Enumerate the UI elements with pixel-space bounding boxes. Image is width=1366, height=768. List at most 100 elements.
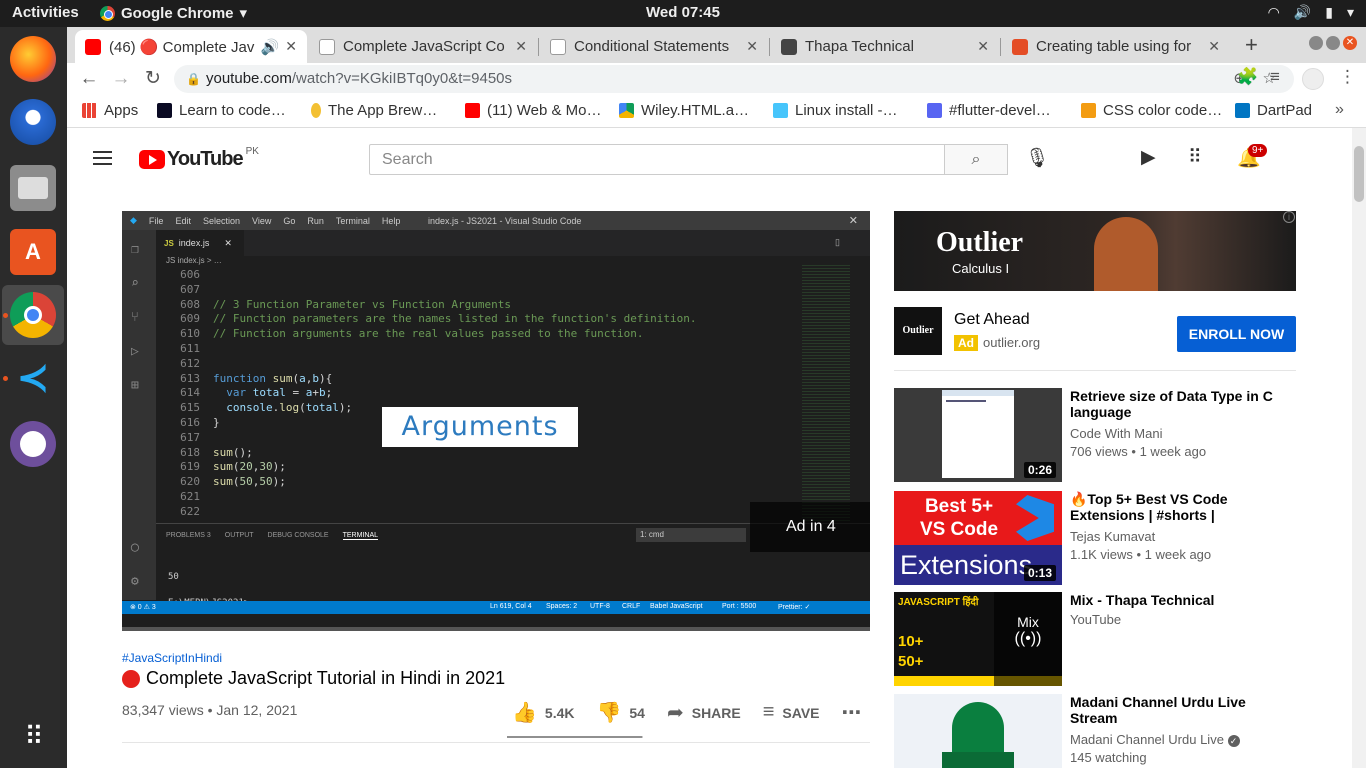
video-player[interactable]: ◆ File Edit Selection View Go Run Termin… xyxy=(122,211,870,631)
ad-presenter-image xyxy=(1094,217,1158,291)
code-line: 620 sum(50,50); xyxy=(166,475,696,490)
more-menu-icon[interactable]: ⋮ xyxy=(1339,67,1356,87)
video-meta: 1.1K views • 1 week ago xyxy=(1070,547,1212,562)
firefox-icon[interactable] xyxy=(10,36,56,82)
like-button[interactable]: 👍 5.4K xyxy=(512,700,574,725)
tab-title: Creating table using for xyxy=(1036,38,1192,55)
clock[interactable]: Wed 07:45 xyxy=(0,4,1366,21)
thunderbird-icon[interactable] xyxy=(10,99,56,145)
recommendation-item[interactable]: Madani Channel Urdu Live Stream Madani C… xyxy=(894,694,1296,768)
vscode-icon[interactable]: ≺ xyxy=(10,355,56,401)
bookmark-wiley[interactable]: Wiley.HTML.a… xyxy=(619,102,749,119)
ad-advertiser-logo[interactable]: Outlier xyxy=(894,307,942,355)
close-tab-icon[interactable]: ✕ xyxy=(515,38,527,55)
media-queue-icon[interactable]: ≡ xyxy=(1270,67,1280,87)
video-actions: 👍 5.4K 👎 54 ➦ SHARE ≡ SAVE ⋯ xyxy=(512,700,884,725)
github-icon[interactable] xyxy=(10,421,56,467)
extensions-icon[interactable]: 🧩 xyxy=(1237,67,1258,87)
video-title[interactable]: Mix - Thapa Technical xyxy=(1070,592,1290,608)
address-bar[interactable]: 🔒 youtube.com/watch?v=KGkiIBTq0y0&t=9450… xyxy=(174,65,1294,93)
dislike-button[interactable]: 👎 54 xyxy=(596,700,644,725)
page-scrollbar[interactable] xyxy=(1352,128,1366,768)
video-title[interactable]: Madani Channel Urdu Live Stream xyxy=(1070,694,1290,726)
like-ratio-fill xyxy=(507,736,642,738)
recommendation-item[interactable]: 0:26 Retrieve size of Data Type in C lan… xyxy=(894,388,1296,482)
panel-tab-debug: DEBUG CONSOLE xyxy=(267,532,329,539)
bookmark-dartpad[interactable]: DartPad xyxy=(1235,102,1312,119)
tab-thapa[interactable]: Thapa Technical ✕ xyxy=(771,30,999,63)
video-title[interactable]: Retrieve size of Data Type in C language xyxy=(1070,388,1290,420)
bookmark-app-brewery[interactable]: The App Brew… xyxy=(311,102,437,119)
bookmark-linux-install[interactable]: Linux install -… xyxy=(773,102,898,119)
dock: A ≺ ⠿ xyxy=(0,27,67,768)
channel-name[interactable]: Tejas Kumavat xyxy=(1070,529,1155,544)
channel-name[interactable]: Code With Mani xyxy=(1070,426,1162,441)
tab-complete-js[interactable]: Complete JavaScript Co ✕ xyxy=(309,30,537,63)
tab-title: (46) 🔴 Complete Jav xyxy=(109,38,255,56)
menu-icon[interactable] xyxy=(93,151,112,165)
video-thumbnail[interactable]: Best 5+ VS Code Extensions 0:13 xyxy=(894,491,1062,585)
search-input[interactable] xyxy=(369,144,945,175)
close-tab-icon[interactable]: ✕ xyxy=(1208,38,1220,55)
line-number: 608 xyxy=(180,297,200,311)
close-tab-icon[interactable]: ✕ xyxy=(746,38,758,55)
show-applications-icon[interactable]: ⠿ xyxy=(10,713,56,759)
ad-progress-bar xyxy=(122,627,870,631)
vs-menu-item: File xyxy=(148,215,164,226)
chrome-icon[interactable] xyxy=(10,292,56,338)
info-icon[interactable]: i xyxy=(1283,211,1295,223)
video-hashtag[interactable]: #JavaScriptInHindi xyxy=(122,651,222,665)
vs-status-bar: ⊗ 0 ⚠ 3 Ln 619, Col 4 Spaces: 2 UTF-8 CR… xyxy=(122,601,870,614)
video-thumbnail[interactable]: JAVASCRIPT हिंदी 10+ 50+ Mix ((•)) xyxy=(894,592,1062,686)
software-center-icon[interactable]: A xyxy=(10,229,56,275)
reload-button[interactable]: ↻ xyxy=(141,67,165,91)
search-button[interactable]: ⌕ xyxy=(944,144,1008,175)
save-button[interactable]: ≡ SAVE xyxy=(763,701,820,724)
ad-banner-sub: Calculus I xyxy=(952,261,1010,276)
forward-button[interactable]: → xyxy=(109,67,133,91)
more-bookmarks-icon[interactable]: » xyxy=(1335,101,1344,119)
code-line: 613 function sum(a,b){ xyxy=(166,372,696,387)
video-thumbnail[interactable] xyxy=(894,694,1062,768)
url-host: youtube.com xyxy=(206,70,292,87)
system-tray[interactable]: ◠ 🔊 ▮ ▾ xyxy=(1268,4,1354,21)
bookmark-learn-to-code[interactable]: Learn to code… xyxy=(157,102,286,119)
enroll-now-button[interactable]: ENROLL NOW xyxy=(1177,316,1296,352)
ad-banner[interactable]: Outlier Calculus I xyxy=(894,211,1296,291)
new-tab-button[interactable]: + xyxy=(1245,32,1258,58)
recommendation-item[interactable]: Best 5+ VS Code Extensions 0:13 🔥Top 5+ B… xyxy=(894,491,1296,585)
profile-avatar[interactable] xyxy=(1302,68,1324,90)
maximize-window-icon[interactable] xyxy=(1326,36,1340,50)
bookmark-css-color[interactable]: CSS color code… xyxy=(1081,102,1222,119)
lock-icon[interactable]: 🔒 xyxy=(186,65,201,93)
create-video-icon[interactable]: ▶ xyxy=(1141,146,1156,169)
more-actions-button[interactable]: ⋯ xyxy=(842,700,862,725)
back-button[interactable]: ← xyxy=(77,67,101,91)
tab-youtube-active[interactable]: (46) 🔴 Complete Jav 🔊 ✕ xyxy=(75,30,307,63)
channel-name[interactable]: Madani Channel Urdu Live ✓ xyxy=(1070,732,1240,747)
line-number: 617 xyxy=(180,430,200,444)
microphone-icon[interactable]: 🎙 xyxy=(1025,146,1049,170)
code-text: sum(50,50); xyxy=(213,475,286,489)
scrollbar-thumb[interactable] xyxy=(1354,146,1364,202)
youtube-logo[interactable]: YouTube PK xyxy=(139,146,259,171)
minimize-window-icon[interactable] xyxy=(1309,36,1323,50)
close-tab-icon[interactable]: ✕ xyxy=(977,38,989,55)
recommendation-item[interactable]: JAVASCRIPT हिंदी 10+ 50+ Mix ((•)) Mix - … xyxy=(894,592,1296,686)
code-line: 618 sum(); xyxy=(166,446,696,461)
bookmark-flutter-devel[interactable]: #flutter-devel… xyxy=(927,102,1051,119)
bookmark-web-mobile[interactable]: (11) Web & Mo… xyxy=(465,102,601,119)
tab-conditional[interactable]: Conditional Statements ✕ xyxy=(540,30,768,63)
channel-name[interactable]: YouTube xyxy=(1070,612,1121,627)
tab-table-for[interactable]: Creating table using for ✕ xyxy=(1002,30,1230,63)
video-title[interactable]: 🔥Top 5+ Best VS Code Extensions | #short… xyxy=(1070,491,1290,523)
close-window-icon[interactable]: ✕ xyxy=(1343,36,1357,50)
apps-grid-icon[interactable]: ⠿ xyxy=(1188,146,1202,169)
video-thumbnail[interactable]: 0:26 xyxy=(894,388,1062,482)
audio-playing-icon[interactable]: 🔊 xyxy=(261,38,280,56)
share-button[interactable]: ➦ SHARE xyxy=(667,700,741,725)
ad-headline[interactable]: Get Ahead xyxy=(954,311,1030,329)
files-icon[interactable] xyxy=(10,165,56,211)
bookmark-apps[interactable]: Apps xyxy=(82,102,138,119)
close-tab-icon[interactable]: ✕ xyxy=(285,38,297,55)
